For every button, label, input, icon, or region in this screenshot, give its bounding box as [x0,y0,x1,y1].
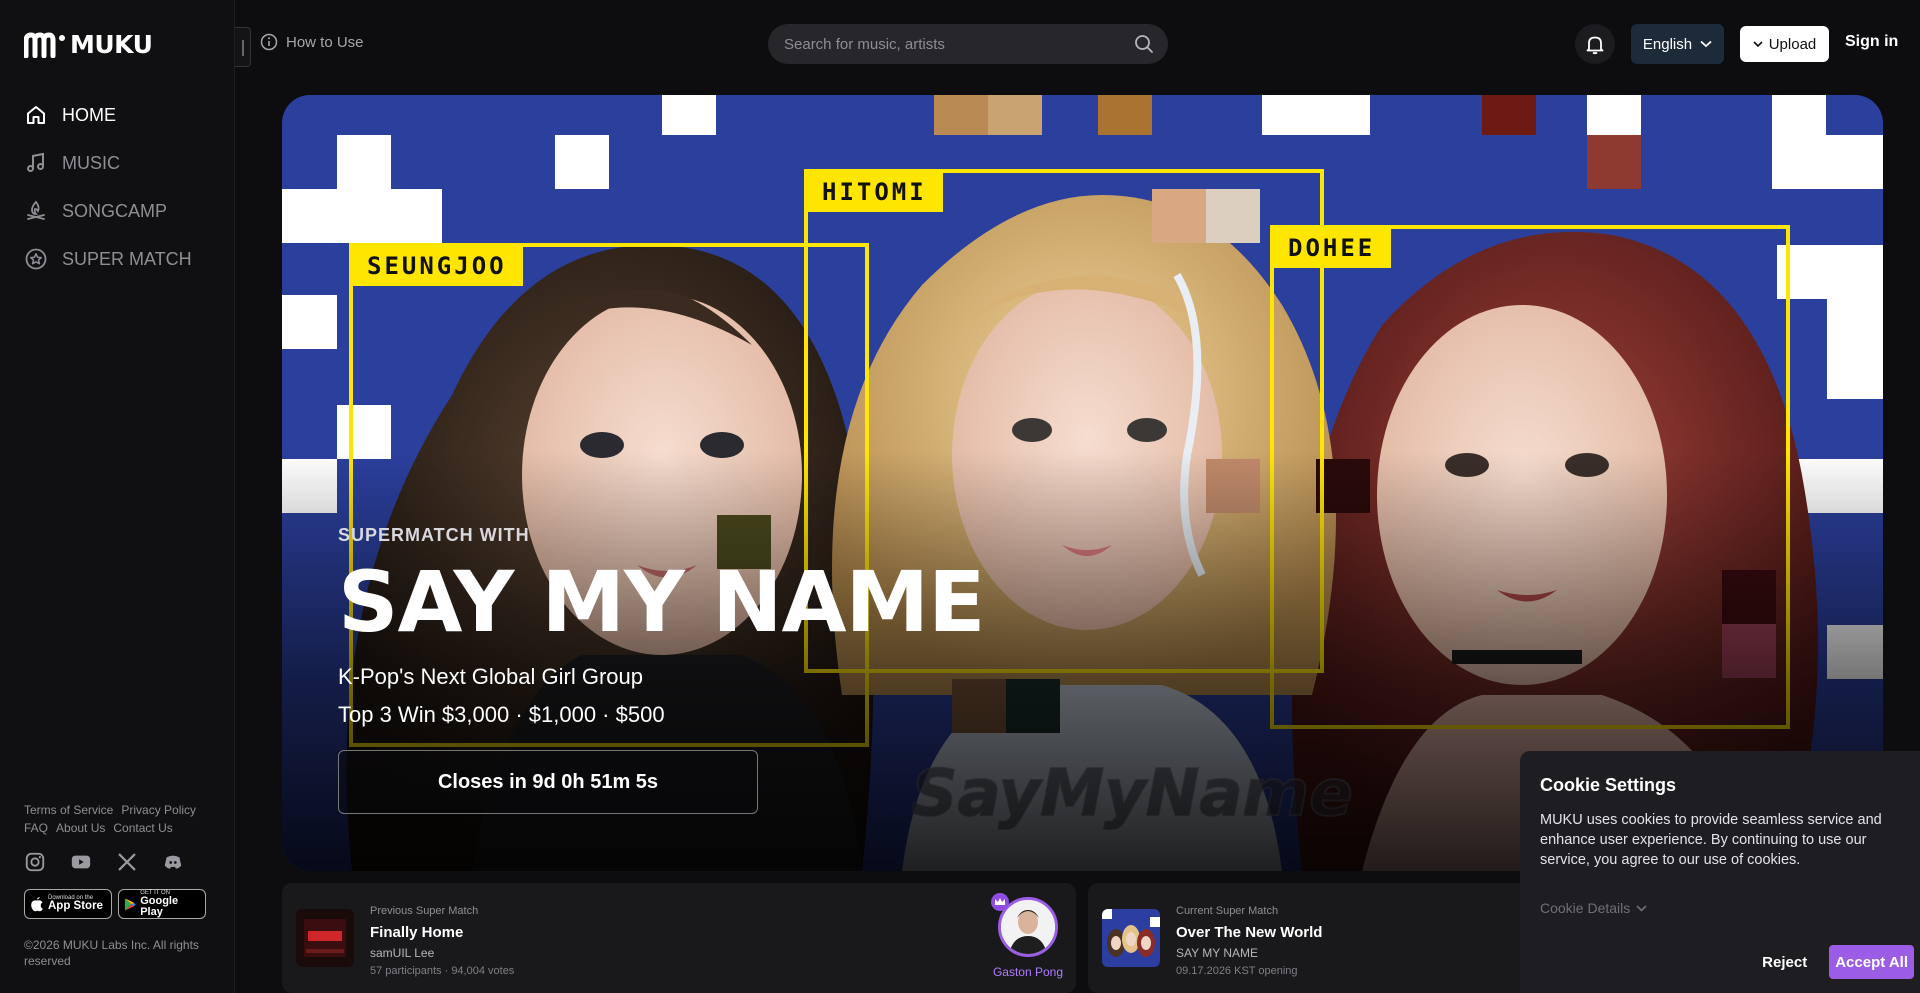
upload-label: Upload [1768,35,1817,53]
nav-label: HOME [62,104,116,125]
how-to-label: How to Use [286,33,364,51]
terms-link[interactable]: Terms of Service [24,803,113,817]
winner-name: Gaston Pong [992,965,1064,979]
apple-icon [31,897,43,912]
star-badge-icon [25,248,47,270]
name-tag-dohee: DOHEE [1272,227,1392,268]
youtube-icon[interactable] [70,851,92,873]
card-title: Finally Home [370,924,464,941]
cookie-actions: Reject Accept All [1762,945,1914,979]
name-tag-label: DOHEE [1288,233,1376,262]
faq-link[interactable]: FAQ [24,821,48,835]
chevron-down-icon [1700,40,1712,48]
album-cover-art [1102,909,1160,967]
language-label: English [1642,35,1693,53]
card-text: Current Super Match Over The New World S… [1176,905,1322,977]
notifications-button[interactable] [1575,24,1615,64]
card-eyebrow: Previous Super Match [370,905,479,917]
hero-subtitle: K-Pop's Next Global Girl Group [338,664,643,689]
hero-eyebrow: SUPERMATCH WITH [338,525,530,545]
name-tag-hitomi: HITOMI [806,171,943,212]
search-input[interactable] [784,35,1134,53]
name-tag-label: SEUNGJOO [367,251,507,280]
name-tag-label: HITOMI [822,177,927,206]
accept-all-cookies-button[interactable]: Accept All [1829,945,1914,979]
app-root: MUKU HOME MUSIC SONGCAMP SUPER MATCH Ter… [0,0,1920,993]
upload-button[interactable]: Upload [1740,26,1829,62]
card-eyebrow: Current Super Match [1176,905,1279,917]
nav-item-music[interactable]: MUSIC [24,148,192,178]
social-links [24,851,224,873]
x-icon[interactable] [116,851,138,873]
hero-title: SAY MY NAME [338,553,985,651]
instagram-icon[interactable] [24,851,46,873]
muku-logo[interactable]: MUKU [24,30,153,59]
album-thumbnail [1102,909,1160,967]
card-artist: samUIL Lee [370,946,435,960]
discord-icon[interactable] [162,851,184,873]
chevron-down-icon [1636,904,1647,912]
nav-item-songcamp[interactable]: SONGCAMP [24,196,192,226]
winner-profile[interactable]: Gaston Pong [988,893,1068,979]
copyright: ©2026 MUKU Labs Inc. All rights reserved [24,938,199,968]
store-badges: Download on the App Store GET IT ON Goog… [24,889,224,919]
contact-link[interactable]: Contact Us [113,821,172,835]
album-cover-art [296,909,354,967]
muku-logo-mark [24,31,65,58]
main-nav: HOME MUSIC SONGCAMP SUPER MATCH [24,100,192,274]
cookie-details-toggle[interactable]: Cookie Details [1540,900,1900,916]
card-artist: SAY MY NAME [1176,946,1259,960]
home-icon [27,106,45,124]
card-meta: 57 participants · 94,004 votes [370,965,515,977]
footer-links: Terms of Service Privacy Policy FAQ Abou… [24,803,224,835]
nav-item-super-match[interactable]: SUPER MATCH [24,244,192,274]
privacy-link[interactable]: Privacy Policy [121,803,196,817]
nav-label: SONGCAMP [62,200,168,221]
nav-label: MUSIC [62,152,120,173]
google-play-badge[interactable]: GET IT ON Google Play [118,889,206,919]
cookie-title: Cookie Settings [1540,775,1677,795]
how-to-use-link[interactable]: How to Use [260,33,364,51]
about-link[interactable]: About Us [56,821,105,835]
music-note-icon [27,152,44,172]
google-play-big: Google Play [140,895,179,918]
crown-icon [991,893,1009,911]
sign-in-button[interactable]: Sign in [1845,33,1898,51]
google-play-icon [124,897,136,911]
card-text: Previous Super Match Finally Home samUIL… [370,905,514,977]
album-thumbnail [296,909,354,967]
card-meta: 09.17.2026 KST opening [1176,965,1298,977]
info-icon [260,33,278,51]
language-select[interactable]: English [1631,24,1724,64]
cookie-body: MUKU uses cookies to provide seamless se… [1540,812,1882,868]
previous-super-match-card[interactable]: Previous Super Match Finally Home samUIL… [282,883,1076,993]
logo-text: MUKU [70,30,153,59]
hero-content: SUPERMATCH WITH SAY MY NAME K-Pop's Next… [338,525,985,814]
app-store-big: App Store [48,900,103,913]
sidebar: MUKU HOME MUSIC SONGCAMP SUPER MATCH Ter… [0,0,235,993]
chevron-down-icon [1753,40,1763,47]
cookie-details-label: Cookie Details [1540,900,1631,916]
app-store-badge[interactable]: Download on the App Store [24,889,112,919]
campfire-icon [27,200,45,220]
hero-prizes: Top 3 Win $3,000 · $1,000 · $500 [338,702,665,727]
search-bar [768,24,1168,64]
reject-cookies-button[interactable]: Reject [1762,954,1807,971]
countdown-button[interactable]: Closes in 9d 0h 51m 5s [338,750,758,814]
sidebar-collapse-handle[interactable] [235,27,251,67]
search-icon[interactable] [1134,34,1154,54]
name-tag-seungjoo: SEUNGJOO [351,245,523,286]
card-title: Over The New World [1176,924,1323,941]
nav-item-home[interactable]: HOME [24,100,192,130]
nav-label: SUPER MATCH [62,248,192,269]
cookie-settings-panel: Cookie Settings MUKU uses cookies to pro… [1520,751,1920,993]
sidebar-footer: Terms of Service Privacy Policy FAQ Abou… [24,803,224,969]
bell-icon [1586,36,1604,55]
